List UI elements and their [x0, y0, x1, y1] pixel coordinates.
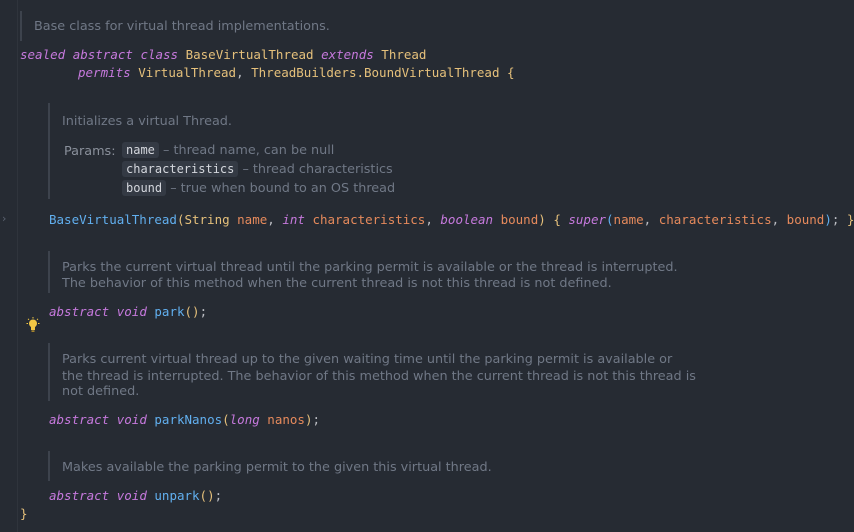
keyword: class: [140, 47, 179, 62]
fold-chevron-icon[interactable]: ›: [2, 212, 6, 225]
parknanos-method-line: abstract void parkNanos(long nanos);: [49, 412, 320, 427]
parknanos-doc-block: Parks current virtual thread up to the g…: [48, 343, 750, 401]
ctor-doc-summary: Initializes a virtual Thread.: [62, 114, 232, 129]
brace: {: [507, 65, 515, 80]
editor-gutter: [0, 0, 18, 532]
param-desc: – thread name, can be null: [162, 143, 335, 158]
param-type: boolean: [440, 212, 494, 227]
param-type: int: [282, 212, 305, 227]
method-name: parkNanos: [154, 412, 223, 427]
park-doc-line: Parks the current virtual thread until t…: [62, 260, 678, 275]
permitted-class: ThreadBuilders.BoundVirtualThread: [251, 65, 500, 80]
class-name: BaseVirtualThread: [185, 47, 314, 62]
constructor-name: BaseVirtualThread: [49, 212, 177, 227]
param-name: name: [122, 142, 159, 158]
keyword: void: [116, 304, 147, 319]
class-doc-block: Base class for virtual thread implementa…: [20, 11, 522, 41]
parknanos-doc-line: not defined.: [62, 384, 140, 399]
param-type: long: [229, 412, 260, 427]
param-name: characteristics: [122, 161, 239, 177]
param: name: [237, 212, 268, 227]
unpark-doc-block: Makes available the parking permit to th…: [48, 451, 750, 481]
class-doc-text: Base class for virtual thread implementa…: [34, 19, 330, 34]
keyword: permits: [78, 65, 131, 80]
superclass-name: Thread: [381, 47, 427, 62]
param-row: characteristics – thread characteristics: [122, 161, 393, 177]
park-doc-block: Parks the current virtual thread until t…: [48, 251, 750, 293]
params-label: Params:: [64, 144, 116, 159]
keyword: abstract: [49, 488, 110, 503]
permits-line: permits VirtualThread, ThreadBuilders.Bo…: [78, 64, 515, 82]
comma: ,: [236, 65, 244, 80]
park-doc-line: The behavior of this method when the cur…: [62, 276, 612, 291]
ctor-doc-block: Initializes a virtual Thread. Params: na…: [48, 103, 750, 199]
keyword: extends: [321, 47, 374, 62]
keyword: void: [116, 488, 147, 503]
keyword: abstract: [49, 412, 110, 427]
arg: name: [613, 212, 644, 227]
parknanos-doc-line: Parks current virtual thread up to the g…: [62, 352, 673, 367]
param: nanos: [267, 412, 305, 427]
keyword: sealed: [20, 47, 66, 62]
brace: {: [553, 212, 561, 227]
park-method-line: abstract void park();: [49, 304, 208, 319]
keyword: abstract: [72, 47, 133, 62]
method-name: unpark: [154, 488, 200, 503]
param-desc: – true when bound to an OS thread: [170, 181, 396, 196]
param-row: name – thread name, can be null: [122, 142, 335, 158]
arg: characteristics: [658, 212, 772, 227]
method-name: park: [154, 304, 185, 319]
brace: }: [20, 506, 28, 521]
param: characteristics: [312, 212, 426, 227]
unpark-method-line: abstract void unpark();: [49, 488, 223, 503]
param-row: bound – true when bound to an OS thread: [122, 180, 396, 196]
keyword: abstract: [49, 304, 110, 319]
parknanos-doc-line: the thread is interrupted. The behavior …: [62, 369, 696, 384]
param-desc: – thread characteristics: [242, 162, 393, 177]
brace: }: [846, 212, 854, 227]
keyword: super: [568, 212, 607, 227]
param-type: String: [184, 212, 230, 227]
keyword: void: [116, 412, 147, 427]
closing-brace: }: [20, 505, 28, 523]
arg: bound: [786, 212, 825, 227]
unpark-doc-text: Makes available the parking permit to th…: [62, 460, 492, 475]
param: bound: [500, 212, 539, 227]
class-declaration-line: sealed abstract class BaseVirtualThread …: [20, 46, 426, 64]
param-name: bound: [122, 180, 167, 196]
lightbulb-icon[interactable]: [26, 317, 40, 333]
constructor-line: BaseVirtualThread(String name, int chara…: [49, 212, 854, 227]
permitted-class: VirtualThread: [138, 65, 237, 80]
